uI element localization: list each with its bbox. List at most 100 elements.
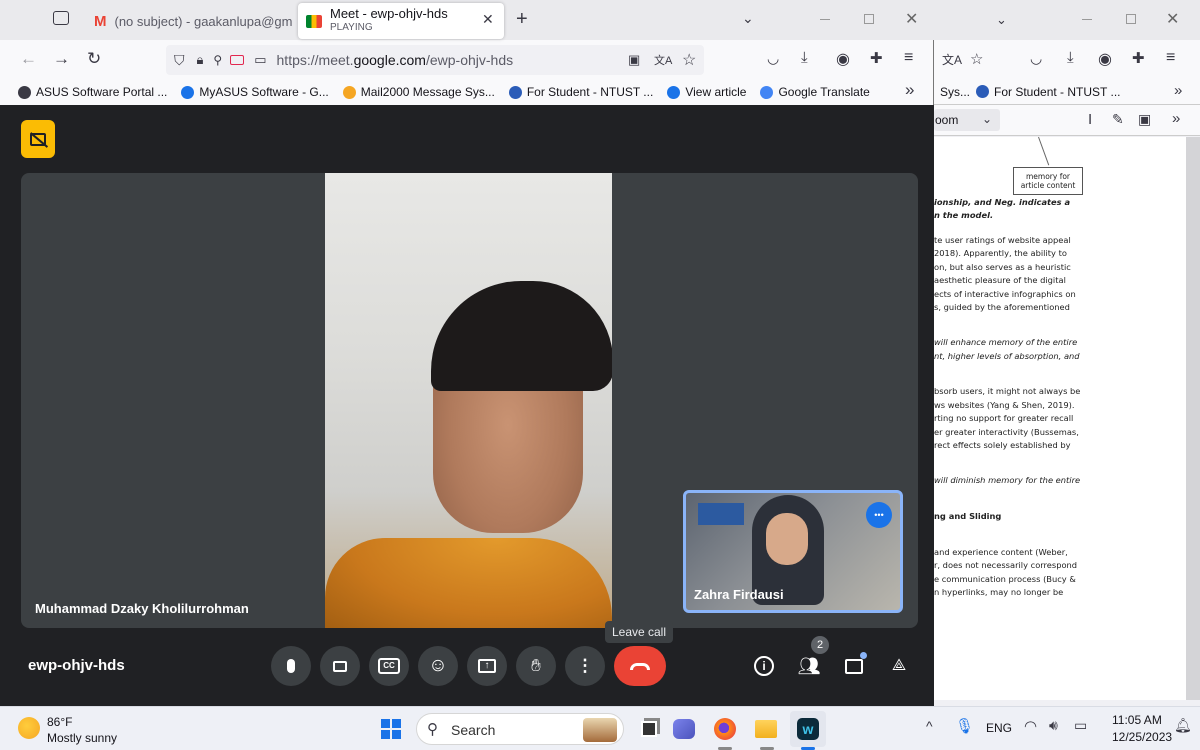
reactions-button[interactable]: ☺: [418, 646, 458, 686]
present-button[interactable]: ↑: [467, 646, 507, 686]
microphone-icon: [287, 659, 295, 673]
file-explorer-button[interactable]: [748, 711, 784, 747]
translate-icon[interactable]: 文A: [654, 52, 672, 68]
weather-widget[interactable]: 86°F Mostly sunny: [18, 713, 138, 747]
extensions-icon[interactable]: ✚: [870, 49, 883, 67]
new-tab-button[interactable]: +: [516, 8, 528, 31]
star-icon[interactable]: ☆: [682, 50, 696, 70]
close-icon[interactable]: ✕: [1166, 9, 1179, 29]
info-icon: i: [754, 656, 774, 676]
leave-call-button[interactable]: [614, 646, 666, 686]
extensions-icon[interactable]: ✚: [1132, 49, 1145, 67]
tab-meet[interactable]: Meet - ewp-ohjv-hds PLAYING ✕: [298, 3, 504, 39]
activities-icon: ⟁: [891, 657, 907, 674]
bookmark-item[interactable]: Google Translate: [760, 85, 870, 99]
pdf-viewer[interactable]: memory for article content ionship, and …: [934, 136, 1200, 700]
maximize-icon[interactable]: [864, 14, 874, 24]
battery-icon[interactable]: ▭: [1074, 717, 1087, 734]
teams-button[interactable]: [666, 711, 702, 747]
minimize-icon[interactable]: [820, 19, 830, 20]
minimize-icon[interactable]: [1082, 19, 1092, 20]
diagram-arrow: [1038, 136, 1050, 166]
main-participant-name: Muhammad Dzaky Kholilurrohman: [35, 601, 249, 616]
raise-hand-button[interactable]: ✋︎: [516, 646, 556, 686]
bookmark-item[interactable]: View article: [667, 85, 746, 99]
maximize-icon[interactable]: [1126, 14, 1136, 24]
bookmarks-overflow-icon[interactable]: »: [905, 80, 914, 100]
menu-icon[interactable]: ≡: [904, 49, 913, 67]
permissions-icon[interactable]: ⚲: [213, 53, 222, 67]
tab-gmail[interactable]: M (no subject) - gaakanlupa@gm: [86, 4, 298, 38]
task-view-button[interactable]: [631, 711, 667, 747]
back-icon[interactable]: ←: [20, 49, 37, 69]
start-button[interactable]: [373, 711, 409, 747]
pdf-line: er greater interactivity (Bussemas,: [934, 427, 1079, 437]
meeting-details-button[interactable]: i: [744, 646, 784, 686]
pdf-line: ws websites (Yang & Shen, 2019).: [934, 400, 1075, 410]
task-view-icon: [641, 721, 657, 737]
bookmark-item[interactable]: MyASUS Software - G...: [181, 85, 329, 99]
camera-active-icon[interactable]: [230, 55, 245, 65]
tab-meet-subtitle: PLAYING: [330, 22, 373, 33]
tab-overview-icon[interactable]: [53, 11, 69, 25]
close-window-icon[interactable]: ✕: [905, 9, 918, 29]
bookmark-item[interactable]: For Student - NTUST ...: [508, 85, 653, 99]
more-options-button[interactable]: •••: [866, 502, 892, 528]
forward-icon[interactable]: →: [53, 49, 70, 69]
bookmark-sys[interactable]: Sys...: [940, 85, 970, 99]
account-icon[interactable]: ◉: [1098, 49, 1112, 69]
bookmark-ntust[interactable]: For Student - NTUST ...: [994, 85, 1120, 99]
picture-in-picture-icon[interactable]: ▣: [628, 52, 640, 68]
chat-button[interactable]: [834, 646, 874, 686]
app-button[interactable]: w: [790, 711, 826, 747]
draw-icon[interactable]: ✎: [1112, 111, 1124, 128]
chevron-down-icon[interactable]: ⌄: [742, 10, 754, 27]
close-tab-icon[interactable]: ✕: [482, 11, 494, 28]
pocket-icon[interactable]: ◡: [767, 50, 779, 67]
pdf-overflow-icon[interactable]: »: [1172, 110, 1180, 127]
camera-button[interactable]: [320, 646, 360, 686]
download-icon[interactable]: ⤓: [801, 49, 808, 66]
bookmark-item[interactable]: ASUS Software Portal ...: [18, 85, 167, 99]
url-text[interactable]: https://meet.google.com/ewp-ohjv-hds: [277, 52, 514, 68]
pocket-icon[interactable]: ◡: [1030, 50, 1042, 67]
present-icon: ↑: [478, 659, 496, 673]
more-options-control[interactable]: ⋮: [565, 646, 605, 686]
pdf-line: e communication process (Bucy &: [934, 574, 1076, 584]
firefox-button[interactable]: [707, 711, 743, 747]
notifications-icon[interactable]: 🔔︎: [1174, 717, 1192, 734]
activities-button[interactable]: ⟁: [879, 646, 919, 686]
microphone-tray-icon[interactable]: 🎙︎: [955, 717, 974, 735]
chevron-down-icon[interactable]: ⌄: [996, 12, 1007, 28]
microphone-button[interactable]: [271, 646, 311, 686]
language-indicator[interactable]: ENG: [986, 721, 1012, 735]
notification-icon[interactable]: ▭: [254, 52, 266, 68]
taskbar-search[interactable]: ⚲ Search: [416, 713, 624, 745]
menu-icon[interactable]: ≡: [1166, 49, 1175, 67]
pdf-line: ng and Sliding: [934, 511, 1002, 521]
text-cursor-icon[interactable]: I: [1088, 111, 1092, 128]
camera-off-badge[interactable]: [21, 120, 55, 158]
url-bar[interactable]: ⛉ 🔒︎ ⚲ ▭ https://meet.google.com/ewp-ohj…: [166, 45, 704, 75]
zoom-select[interactable]: oom ⌄: [934, 109, 1000, 131]
download-icon[interactable]: ⤓: [1067, 49, 1074, 66]
translate-icon[interactable]: 文A: [942, 51, 962, 68]
bookmark-item[interactable]: Mail2000 Message Sys...: [342, 85, 495, 99]
volume-icon[interactable]: 🔊︎: [1049, 717, 1058, 734]
reload-icon[interactable]: ↻: [87, 49, 101, 69]
account-icon[interactable]: ◉: [836, 49, 850, 69]
bookmarks-overflow-icon[interactable]: »: [1174, 82, 1182, 99]
pdf-line: nt, higher levels of absorption, and: [934, 351, 1080, 361]
self-view-tile[interactable]: ••• Zahra Firdausi: [683, 490, 903, 613]
wifi-icon[interactable]: ◠: [1024, 717, 1037, 735]
image-icon[interactable]: ▣: [1138, 111, 1151, 128]
clock-date[interactable]: 12/25/2023: [1112, 730, 1172, 744]
people-button[interactable]: 👥︎: [789, 646, 829, 686]
captions-button[interactable]: CC: [369, 646, 409, 686]
weather-desc: Mostly sunny: [47, 731, 118, 745]
shield-icon[interactable]: ⛉: [174, 52, 185, 69]
clock-time[interactable]: 11:05 AM: [1112, 713, 1162, 727]
star-icon[interactable]: ☆: [970, 50, 983, 68]
lock-icon[interactable]: 🔒︎: [197, 52, 204, 68]
chevron-up-icon[interactable]: ^: [926, 718, 933, 734]
